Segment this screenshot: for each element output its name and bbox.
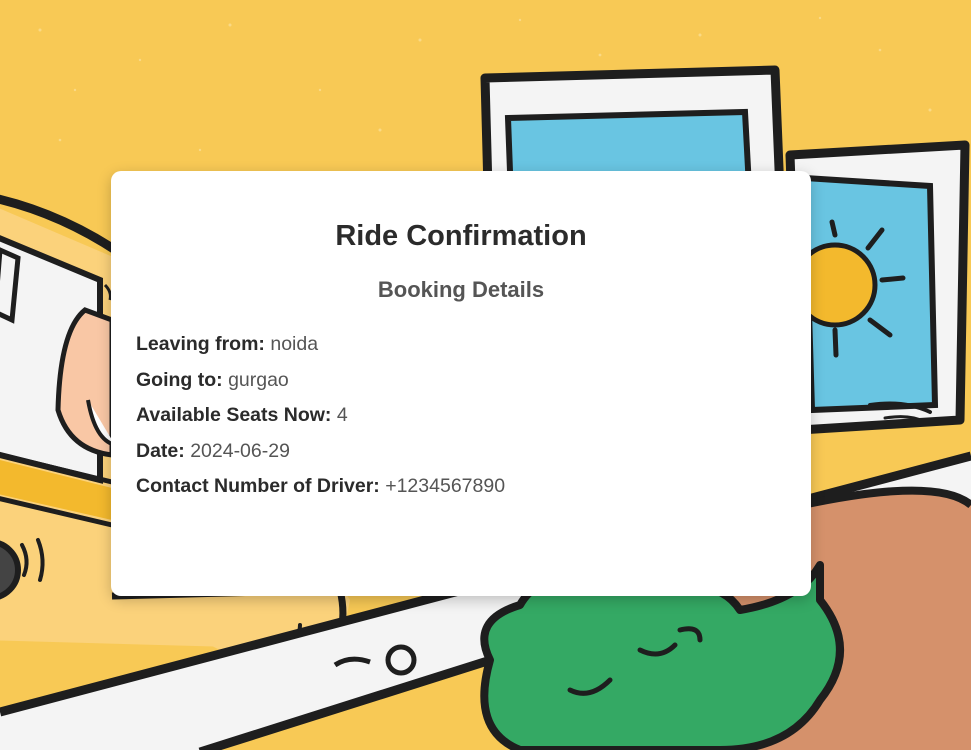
detail-going-to: Going to: gurgao — [136, 363, 505, 399]
booking-details-list: Leaving from: noida Going to: gurgao Ava… — [136, 327, 505, 505]
detail-date: Date: 2024-06-29 — [136, 434, 505, 470]
detail-label: Going to: — [136, 368, 223, 391]
detail-value: gurgao — [228, 368, 289, 391]
detail-leaving-from: Leaving from: noida — [136, 327, 505, 363]
detail-label: Leaving from: — [136, 333, 265, 355]
detail-label: Available Seats Now: — [136, 404, 332, 426]
detail-available-seats: Available Seats Now: 4 — [136, 398, 505, 434]
booking-details-heading: Booking Details — [377, 277, 545, 302]
detail-value: 2024-06-29 — [190, 439, 290, 462]
ride-confirmation-card: Ride Confirmation Booking Details Leavin… — [111, 171, 811, 596]
page-title: Ride Confirmation — [335, 220, 587, 252]
detail-driver-contact: Contact Number of Driver: +1234567890 — [136, 469, 505, 505]
detail-label: Date: — [136, 439, 185, 462]
detail-value: 4 — [336, 404, 348, 426]
detail-label: Contact Number of Driver: — [136, 475, 380, 497]
page-background: Ride Confirmation Booking Details Leavin… — [0, 0, 971, 750]
detail-value: noida — [270, 333, 319, 355]
detail-value: +1234567890 — [385, 475, 506, 497]
